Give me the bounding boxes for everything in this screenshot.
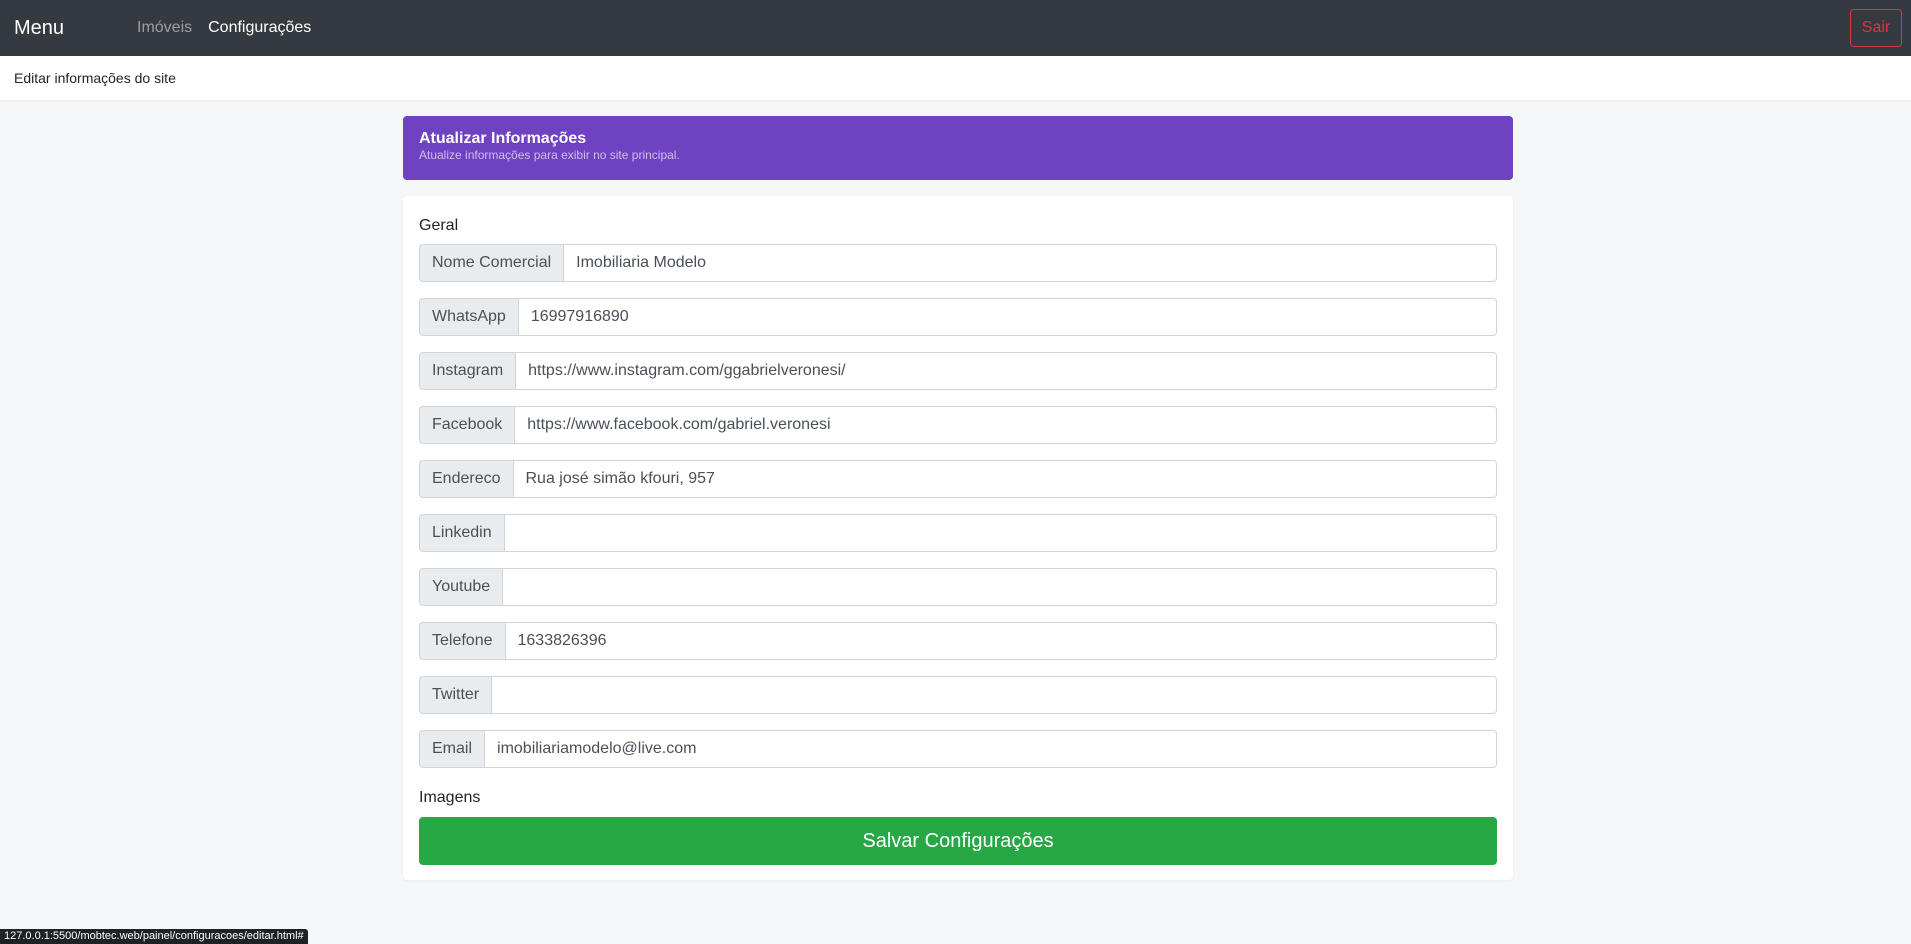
field-label-instagram: Instagram [419, 352, 516, 390]
field-label-facebook: Facebook [419, 406, 515, 444]
top-navbar: Menu Imóveis Configurações Sair [0, 0, 1911, 56]
form-row-whatsapp: WhatsApp [419, 298, 1497, 336]
form-row-email: Email [419, 730, 1497, 768]
menu-brand[interactable]: Menu [14, 15, 64, 41]
nav-link-configuracoes[interactable]: Configurações [208, 18, 311, 38]
nav-link-imoveis[interactable]: Imóveis [137, 18, 192, 38]
page-subheader: Editar informações do site [0, 56, 1911, 100]
field-label-telefone: Telefone [419, 622, 505, 660]
section-label-imagens: Imagens [419, 789, 481, 806]
status-url: 127.0.0.1:5500/mobtec.web/painel/configu… [0, 929, 308, 944]
facebook-input[interactable] [514, 406, 1497, 444]
field-label-twitter: Twitter [419, 676, 492, 714]
logout-button[interactable]: Sair [1850, 9, 1902, 47]
form-row-facebook: Facebook [419, 406, 1497, 444]
field-label-youtube: Youtube [419, 568, 503, 606]
info-banner: Atualizar Informações Atualize informaçõ… [403, 116, 1513, 180]
form-row-instagram: Instagram [419, 352, 1497, 390]
field-label-whatsapp: WhatsApp [419, 298, 518, 336]
settings-form-card: Geral Nome Comercial WhatsApp Instagram … [403, 196, 1513, 880]
form-row-youtube: Youtube [419, 568, 1497, 606]
nome-comercial-input[interactable] [563, 244, 1497, 282]
field-label-email: Email [419, 730, 485, 768]
section-label-geral: Geral [419, 217, 459, 234]
instagram-input[interactable] [515, 352, 1497, 390]
page-title: Editar informações do site [14, 70, 176, 86]
youtube-input[interactable] [502, 568, 1497, 606]
nav-links: Imóveis Configurações [137, 18, 311, 38]
twitter-input[interactable] [491, 676, 1497, 714]
telefone-input[interactable] [504, 622, 1497, 660]
whatsapp-input[interactable] [517, 298, 1497, 336]
banner-title: Atualizar Informações [419, 130, 587, 147]
field-label-nome-comercial: Nome Comercial [419, 244, 564, 282]
field-label-linkedin: Linkedin [419, 514, 504, 552]
form-row-twitter: Twitter [419, 676, 1497, 714]
save-settings-button[interactable]: Salvar Configurações [419, 817, 1497, 865]
banner-subtitle: Atualize informações para exibir no site… [419, 148, 680, 162]
form-row-telefone: Telefone [419, 622, 1497, 660]
form-row-endereco: Endereco [419, 460, 1497, 498]
form-row-linkedin: Linkedin [419, 514, 1497, 552]
field-label-endereco: Endereco [419, 460, 513, 498]
form-row-nome-comercial: Nome Comercial [419, 244, 1497, 282]
linkedin-input[interactable] [503, 514, 1497, 552]
email-input[interactable] [484, 730, 1497, 768]
endereco-input[interactable] [512, 460, 1497, 498]
